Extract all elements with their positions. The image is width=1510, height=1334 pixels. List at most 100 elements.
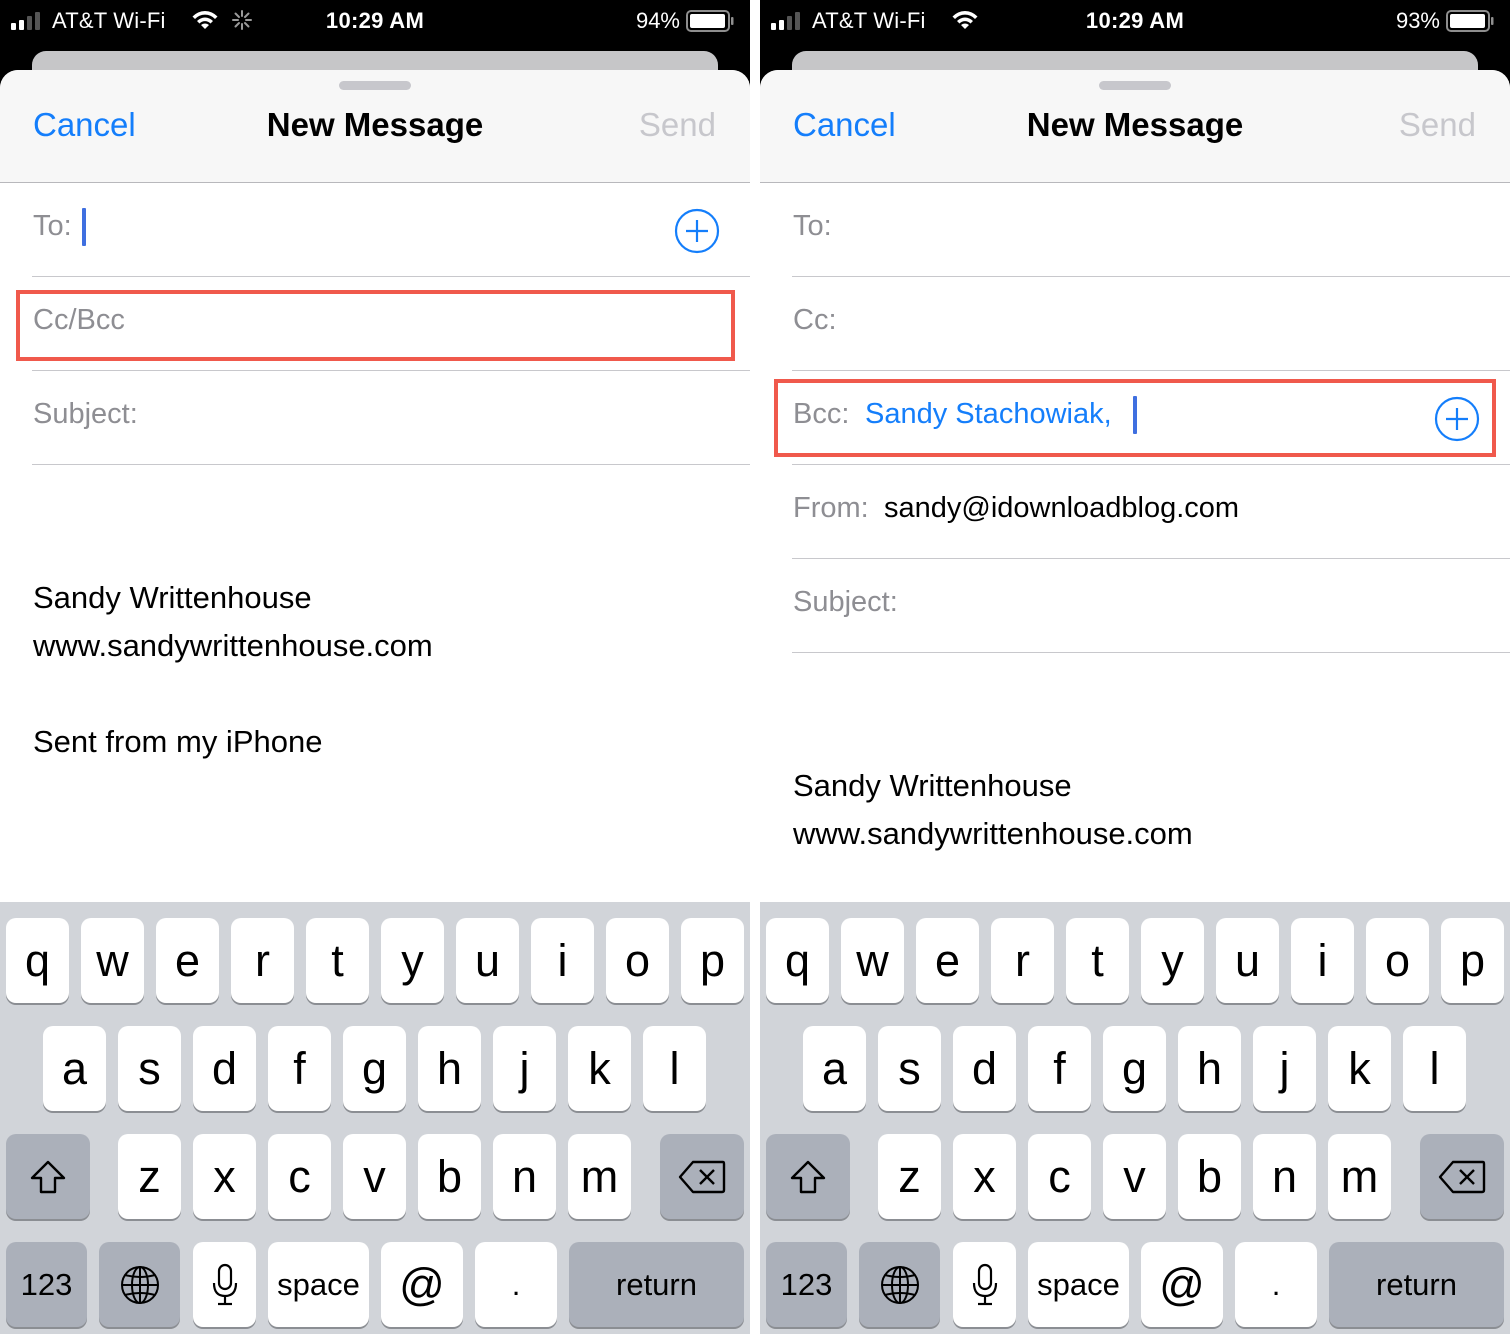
add-contact-icon[interactable] <box>1434 396 1480 442</box>
cancel-button[interactable]: Cancel <box>33 106 136 144</box>
dictation-key[interactable] <box>953 1242 1016 1327</box>
key-f[interactable]: f <box>268 1026 331 1111</box>
key-p[interactable]: p <box>681 918 744 1003</box>
key-r[interactable]: r <box>991 918 1054 1003</box>
return-key[interactable]: return <box>1329 1242 1504 1327</box>
key-s[interactable]: s <box>118 1026 181 1111</box>
key-c[interactable]: c <box>1028 1134 1091 1219</box>
key-j[interactable]: j <box>493 1026 556 1111</box>
key-y[interactable]: y <box>1141 918 1204 1003</box>
to-field[interactable]: To: <box>792 183 1510 277</box>
key-i[interactable]: i <box>1291 918 1354 1003</box>
key-v[interactable]: v <box>343 1134 406 1219</box>
status-bar: AT&T Wi-Fi 10:29 AM 93% <box>760 0 1510 44</box>
key-w[interactable]: w <box>841 918 904 1003</box>
bcc-recipient-token[interactable]: Sandy Stachowiak, <box>865 398 1112 431</box>
bcc-field[interactable]: Bcc: Sandy Stachowiak, <box>792 371 1510 465</box>
from-field[interactable]: From: sandy@idownloadblog.com <box>792 465 1510 559</box>
battery-percentage: 94% <box>635 8 680 33</box>
key-i[interactable]: i <box>531 918 594 1003</box>
key-t[interactable]: t <box>1066 918 1129 1003</box>
key-label: h <box>436 1042 463 1094</box>
key-l[interactable]: l <box>643 1026 706 1111</box>
key-e[interactable]: e <box>916 918 979 1003</box>
subject-field[interactable]: Subject: <box>32 371 750 465</box>
key-t[interactable]: t <box>306 918 369 1003</box>
dictation-key[interactable] <box>193 1242 256 1327</box>
sheet-grabber-handle[interactable] <box>1099 81 1171 90</box>
globe-key[interactable] <box>99 1242 180 1327</box>
numbers-key[interactable]: 123 <box>766 1242 847 1327</box>
delete-key[interactable] <box>660 1134 744 1219</box>
key-u[interactable]: u <box>1216 918 1279 1003</box>
key-b[interactable]: b <box>418 1134 481 1219</box>
subject-field[interactable]: Subject: <box>792 559 1510 653</box>
shift-key[interactable] <box>6 1134 90 1219</box>
key-x[interactable]: x <box>193 1134 256 1219</box>
key-q[interactable]: q <box>766 918 829 1003</box>
key-o[interactable]: o <box>606 918 669 1003</box>
key-r[interactable]: r <box>231 918 294 1003</box>
key-w[interactable]: w <box>81 918 144 1003</box>
period-key[interactable]: . <box>475 1242 557 1327</box>
globe-key[interactable] <box>859 1242 940 1327</box>
to-field[interactable]: To: <box>32 183 750 277</box>
cc-bcc-field[interactable]: Cc/Bcc <box>32 277 750 371</box>
key-label: w <box>856 934 889 986</box>
space-key[interactable]: space <box>1028 1242 1129 1327</box>
key-a[interactable]: a <box>803 1026 866 1111</box>
send-button[interactable]: Send <box>1399 106 1476 144</box>
space-key[interactable]: space <box>268 1242 369 1327</box>
key-m[interactable]: m <box>1328 1134 1391 1219</box>
key-label: q <box>784 934 811 986</box>
key-x[interactable]: x <box>953 1134 1016 1219</box>
cancel-button[interactable]: Cancel <box>793 106 896 144</box>
send-button[interactable]: Send <box>639 106 716 144</box>
from-value[interactable]: sandy@idownloadblog.com <box>884 492 1239 525</box>
numbers-key[interactable]: 123 <box>6 1242 87 1327</box>
return-key[interactable]: return <box>569 1242 744 1327</box>
key-label: z <box>898 1150 921 1202</box>
key-u[interactable]: u <box>456 918 519 1003</box>
at-key[interactable]: @ <box>1141 1242 1223 1327</box>
cc-label: Cc: <box>793 304 837 336</box>
add-contact-icon[interactable] <box>674 208 720 254</box>
key-g[interactable]: g <box>343 1026 406 1111</box>
key-c[interactable]: c <box>268 1134 331 1219</box>
key-m[interactable]: m <box>568 1134 631 1219</box>
shift-key[interactable] <box>766 1134 850 1219</box>
key-d[interactable]: d <box>193 1026 256 1111</box>
key-v[interactable]: v <box>1103 1134 1166 1219</box>
key-e[interactable]: e <box>156 918 219 1003</box>
key-z[interactable]: z <box>118 1134 181 1219</box>
key-j[interactable]: j <box>1253 1026 1316 1111</box>
period-key[interactable]: . <box>1235 1242 1317 1327</box>
at-key[interactable]: @ <box>381 1242 463 1327</box>
key-k[interactable]: k <box>1328 1026 1391 1111</box>
delete-key[interactable] <box>1420 1134 1504 1219</box>
key-label: q <box>24 934 51 986</box>
key-g[interactable]: g <box>1103 1026 1166 1111</box>
key-y[interactable]: y <box>381 918 444 1003</box>
key-n[interactable]: n <box>1253 1134 1316 1219</box>
key-z[interactable]: z <box>878 1134 941 1219</box>
key-h[interactable]: h <box>418 1026 481 1111</box>
key-q[interactable]: q <box>6 918 69 1003</box>
key-o[interactable]: o <box>1366 918 1429 1003</box>
keyboard: q w e r t y u i o p a s d f g h j k l z x c v b n m 123 space @. retu… <box>760 902 1510 1334</box>
key-a[interactable]: a <box>43 1026 106 1111</box>
key-l[interactable]: l <box>1403 1026 1466 1111</box>
cc-field[interactable]: Cc: <box>792 277 1510 371</box>
key-f[interactable]: f <box>1028 1026 1091 1111</box>
key-n[interactable]: n <box>493 1134 556 1219</box>
key-p[interactable]: p <box>1441 918 1504 1003</box>
key-k[interactable]: k <box>568 1026 631 1111</box>
key-label: b <box>1196 1150 1223 1202</box>
sheet-grabber-handle[interactable] <box>339 81 411 90</box>
key-h[interactable]: h <box>1178 1026 1241 1111</box>
key-s[interactable]: s <box>878 1026 941 1111</box>
key-label: p <box>699 934 726 986</box>
key-b[interactable]: b <box>1178 1134 1241 1219</box>
key-label: s <box>138 1042 161 1094</box>
key-d[interactable]: d <box>953 1026 1016 1111</box>
